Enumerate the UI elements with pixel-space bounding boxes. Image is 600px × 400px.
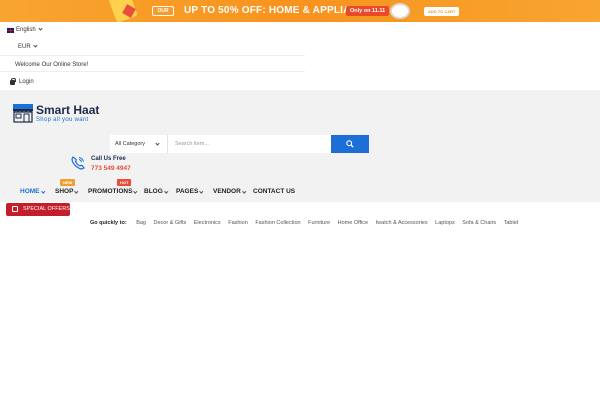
brand-name: Smart Haat [36,103,100,117]
phone-icon [71,156,85,170]
quick-link[interactable]: Decor & Gifts [154,220,187,226]
chevron-down-icon [74,188,79,193]
chevron-down-icon [33,43,38,48]
promo-cta-button[interactable]: ADD TO CART [424,7,460,16]
quick-link[interactable]: Electronics [194,220,221,226]
quick-link[interactable]: Tablet [504,220,519,226]
call-us[interactable]: Call Us Free 773 549 4947 [70,155,150,175]
search-input[interactable] [169,135,331,153]
quick-link[interactable]: Sofa & Chairs [462,220,496,226]
quick-link[interactable]: Home Office [338,220,368,226]
nav-promotions[interactable]: HOT PROMOTIONS [88,179,138,195]
search-bar: All Category [110,135,369,153]
nav-label: PROMOTIONS [88,188,133,195]
site-header: Smart Haat Shop all you want All Categor… [0,90,600,202]
nav-label: VENDOR [213,188,241,195]
welcome-row: Welcome Our Online Store! [0,60,305,72]
nav-shop[interactable]: NEW SHOP [55,179,79,195]
store-icon [13,104,33,123]
currency-label: EUR [18,44,31,50]
nav-vendor[interactable]: VENDOR [213,188,246,195]
site-logo[interactable]: Smart Haat Shop all you want [12,103,122,125]
gift-icon [12,206,18,212]
promo-logo: OUR [152,6,174,16]
product-image [390,3,410,19]
quick-link[interactable]: Iwatch & Accessories [376,220,428,226]
chevron-down-icon [242,188,246,193]
quick-link[interactable]: Fashion Collection [255,220,300,226]
login-link[interactable]: Login [0,78,600,88]
promo-banner[interactable]: OUR UP TO 50% OFF: HOME & APPLIANCES Onl… [0,0,600,22]
brand-tagline: Shop all you want [36,117,89,123]
phone-number: 773 549 4947 [91,165,131,172]
nav-label: CONTACT US [253,188,296,195]
quick-links-label: Go quickly to: [90,220,127,226]
welcome-text: Welcome Our Online Store! [15,62,89,68]
nav-blog[interactable]: BLOG [144,188,168,195]
chevron-down-icon [199,188,204,193]
hot-badge: HOT [117,179,132,186]
quick-link[interactable]: Laptops [435,220,455,226]
quick-link[interactable]: Bag [136,220,146,226]
search-icon [346,140,354,148]
nav-label: BLOG [144,188,163,195]
call-us-label: Call Us Free [91,156,126,162]
quick-link[interactable]: Fashion [228,220,248,226]
new-badge: NEW [60,179,76,186]
chevron-down-icon [38,26,43,31]
language-selector[interactable]: English [0,26,600,36]
chevron-down-icon [133,188,138,193]
currency-selector[interactable]: EUR [18,43,38,50]
nav-label: HOME [20,188,40,195]
uk-flag-icon [7,28,14,33]
category-label: All Category [115,141,145,147]
category-select[interactable]: All Category [110,135,168,153]
nav-home[interactable]: HOME [20,188,45,195]
language-label: English [16,27,36,33]
nav-contact-us[interactable]: CONTACT US [253,188,295,195]
nav-label: PAGES [176,188,199,195]
chevron-down-icon [40,188,45,193]
nav-label: SHOP [55,188,74,195]
special-offers-button[interactable]: SPECIAL OFFERS [6,203,70,216]
nav-pages[interactable]: PAGES [176,188,204,195]
quick-links: Go quickly to: Bag Decor & Gifts Electro… [90,220,524,230]
quick-link[interactable]: Furniture [308,220,330,226]
chevron-down-icon [155,141,160,146]
main-nav: HOME NEW SHOP HOT PROMOTIONS BLOG PAGES VE… [0,179,600,200]
special-offers-label: SPECIAL OFFERS [23,206,70,212]
search-button[interactable] [331,135,369,153]
currency-row: EUR [0,42,305,56]
chevron-down-icon [164,188,168,193]
login-label: Login [19,79,34,85]
promo-date-badge: Only on 11.11 [346,6,390,16]
lock-icon [10,78,16,85]
